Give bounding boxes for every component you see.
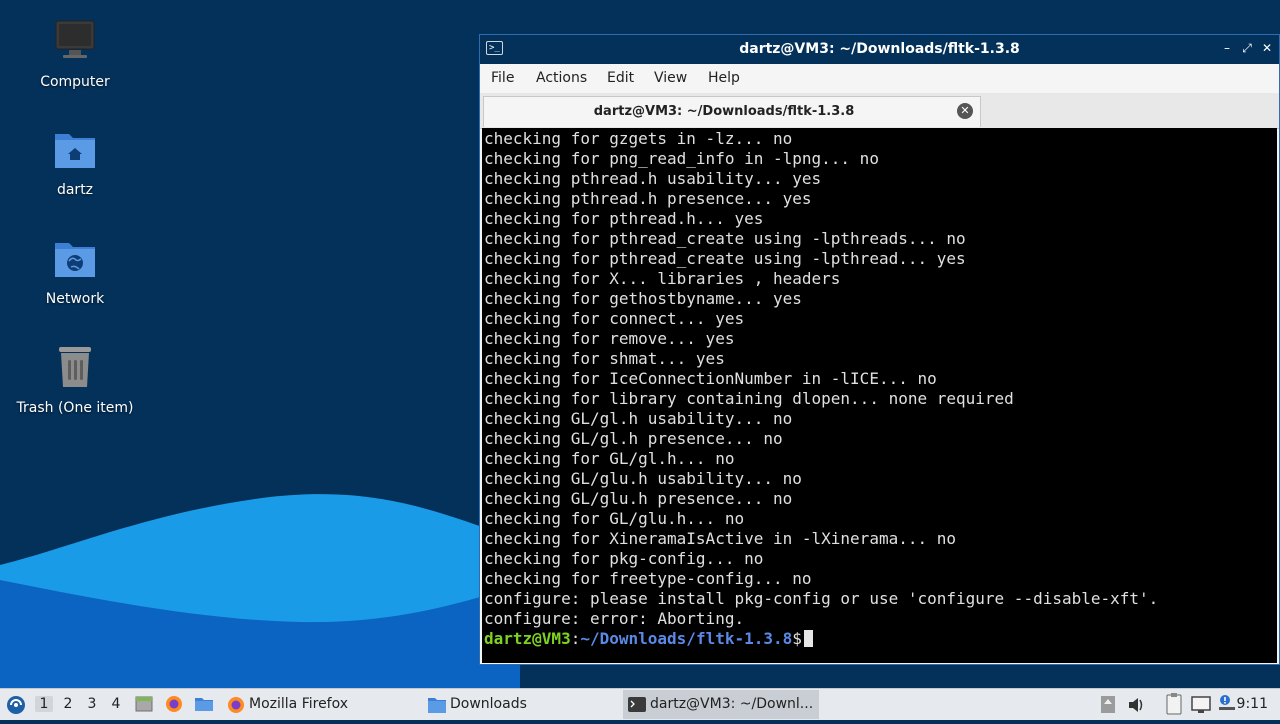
menu-file[interactable]: File [491,70,514,86]
firefox-icon [228,697,244,713]
terminal-line: checking for GL/glu.h... no [484,509,745,528]
menubar: File Actions Edit View Help [480,64,1279,93]
prompt-separator: : [570,629,581,648]
workspace-4[interactable]: 4 [107,696,125,712]
lubuntu-logo-icon [7,696,25,714]
desktop: Computer dartz Network Trash (One item) … [0,0,1280,688]
desktop-icon-network[interactable]: Network [0,237,150,307]
close-icon[interactable]: ✕ [1259,40,1275,56]
terminal-window[interactable]: >_ dartz@VM3: ~/Downloads/fltk-1.3.8 – ⤢… [479,34,1280,665]
desktop-icon-label: dartz [56,182,94,198]
terminal-tab[interactable]: dartz@VM3: ~/Downloads/fltk-1.3.8 ✕ [483,96,981,127]
tray-update-icon[interactable] [1098,689,1118,720]
terminal-line: checking for XineramaIsActive in -lXiner… [484,529,957,548]
window-title: dartz@VM3: ~/Downloads/fltk-1.3.8 [739,41,1020,57]
terminal-line: checking for library containing dlopen..… [484,389,1014,408]
trash-icon [51,346,99,394]
notification-icon[interactable] [1216,689,1238,720]
desktop-icon-trash[interactable]: Trash (One item) [0,346,150,416]
terminal-line: checking for pkg-config... no [484,549,764,568]
workspace-1[interactable]: 1 [35,696,53,712]
task-firefox[interactable]: Mozilla Firefox [222,690,412,719]
clipboard-icon[interactable] [1163,689,1185,720]
window-titlebar[interactable]: >_ dartz@VM3: ~/Downloads/fltk-1.3.8 – ⤢… [480,35,1279,64]
terminal-line: configure: error: Aborting. [484,609,745,628]
menu-view[interactable]: View [654,70,687,86]
terminal-line: checking for gzgets in -lz... no [484,129,793,148]
firefox-launcher-icon[interactable] [163,689,185,720]
file-manager-launcher-icon[interactable] [193,689,215,720]
task-downloads[interactable]: Downloads [423,690,613,719]
terminal-line: checking for connect... yes [484,309,745,328]
terminal-line: checking GL/glu.h usability... no [484,469,802,488]
terminal-cursor [803,630,813,647]
show-desktop-icon[interactable] [133,689,155,720]
desktop-icon-home[interactable]: dartz [0,128,150,198]
task-label: dartz@VM3: ~/Downl... [650,696,814,712]
terminal-line: checking pthread.h presence... yes [484,189,812,208]
tab-label: dartz@VM3: ~/Downloads/fltk-1.3.8 [593,104,855,119]
task-label: Downloads [450,696,527,712]
terminal-line: checking for freetype-config... no [484,569,812,588]
maximize-icon[interactable]: ⤢ [1239,40,1255,56]
terminal-line: checking GL/glu.h presence... no [484,489,793,508]
terminal-prompt-line[interactable]: dartz@VM3:~/Downloads/fltk-1.3.8$ [484,629,1277,649]
folder-icon [428,698,446,713]
terminal-line: checking GL/gl.h usability... no [484,409,793,428]
tab-bar: dartz@VM3: ~/Downloads/fltk-1.3.8 ✕ [480,93,1279,129]
network-tray-icon[interactable] [1190,689,1212,720]
terminal-line: checking pthread.h usability... yes [484,169,822,188]
tab-close-icon[interactable]: ✕ [957,103,973,119]
terminal-line: configure: please install pkg-config or … [484,589,1159,608]
start-menu-button[interactable] [4,689,28,720]
terminal-icon [628,697,646,712]
desktop-icon-label: Trash (One item) [16,400,134,416]
clock[interactable]: 9:11 [1237,696,1268,712]
home-folder-icon [51,128,99,176]
prompt-user-host: dartz@VM3 [484,629,571,648]
workspace-2[interactable]: 2 [59,696,77,712]
terminal-line: checking for pthread.h... yes [484,209,764,228]
terminal-line: checking for pthread_create using -lpthr… [484,249,966,268]
menu-help[interactable]: Help [708,70,740,86]
terminal-line: checking for gethostbyname... yes [484,289,802,308]
terminal-line: checking GL/gl.h presence... no [484,429,783,448]
network-folder-icon [51,237,99,285]
terminal-output[interactable]: checking for gzgets in -lz... no checking… [482,128,1277,663]
minimize-icon[interactable]: – [1219,40,1235,56]
menu-edit[interactable]: Edit [607,70,634,86]
terminal-line: checking for shmat... yes [484,349,725,368]
terminal-line: checking for IceConnectionNumber in -lIC… [484,369,937,388]
task-terminal[interactable]: dartz@VM3: ~/Downl... [623,690,819,719]
desktop-icon-label: Computer [40,74,110,90]
terminal-line: checking for X... libraries , headers [484,269,841,288]
terminal-line: checking for png_read_info in -lpng... n… [484,149,879,168]
prompt-symbol: $ [792,629,802,648]
workspace-3[interactable]: 3 [83,696,101,712]
prompt-path: ~/Downloads/fltk-1.3.8 [580,629,793,648]
desktop-icon-computer[interactable]: Computer [0,20,150,90]
terminal-line: checking for remove... yes [484,329,735,348]
desktop-icon-label: Network [45,291,105,307]
task-label: Mozilla Firefox [249,696,349,712]
computer-icon [51,20,99,68]
taskbar: 1 2 3 4 Mozilla Firefox Downloads dartz@… [0,688,1280,720]
menu-actions[interactable]: Actions [536,70,587,86]
terminal-line: checking for GL/gl.h... no [484,449,735,468]
terminal-line: checking for pthread_create using -lpthr… [484,229,966,248]
volume-icon[interactable] [1126,689,1146,720]
